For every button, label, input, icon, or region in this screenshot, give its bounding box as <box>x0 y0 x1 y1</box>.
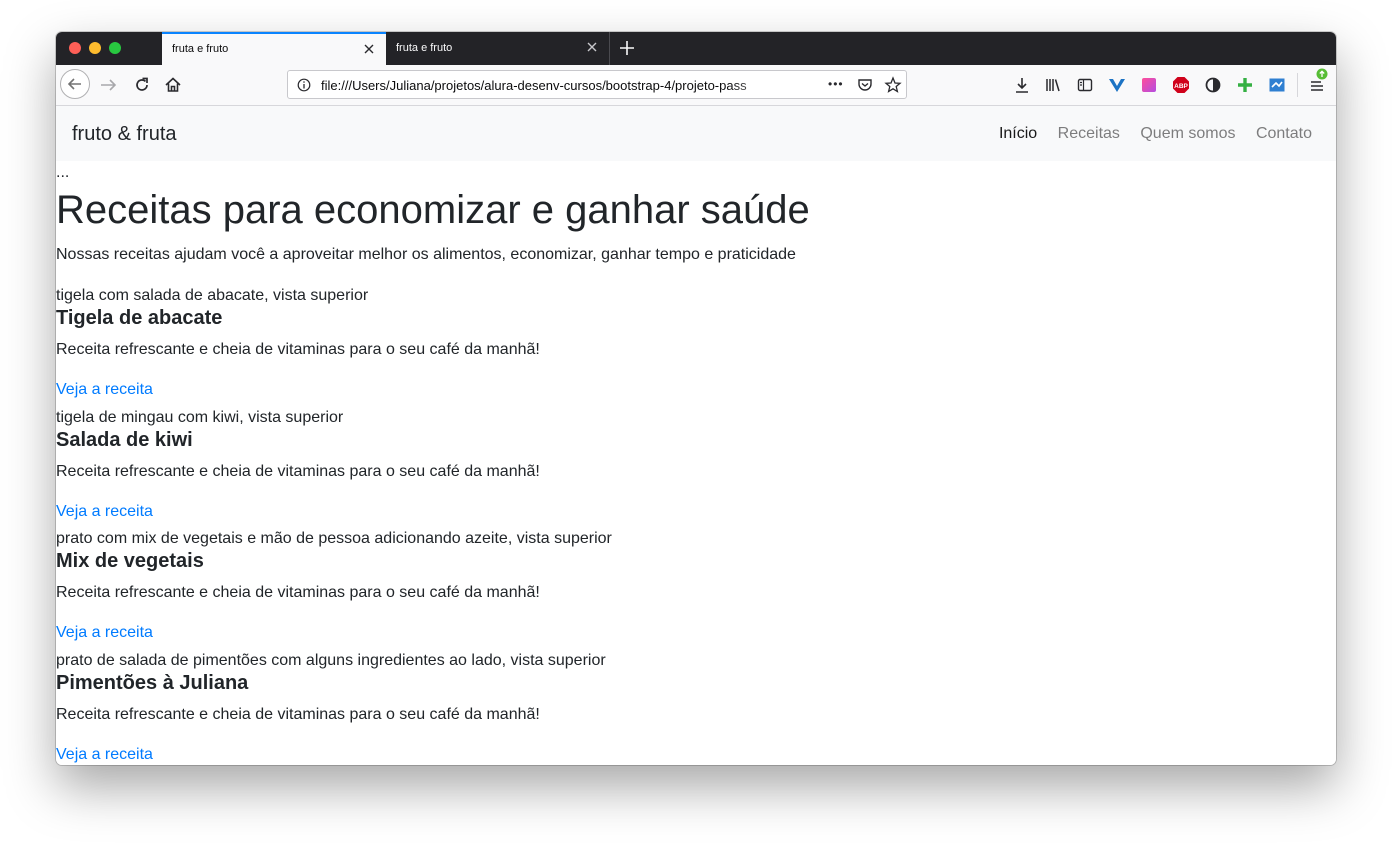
color-picker-extension-icon[interactable] <box>1140 76 1158 94</box>
recipe-link[interactable]: Veja a receita <box>56 381 153 399</box>
screenshot-extension-icon[interactable] <box>1268 76 1286 94</box>
page-actions-icon[interactable]: ••• <box>828 77 844 91</box>
close-tab-icon[interactable] <box>585 40 599 54</box>
site-nav-links: Início Receitas Quem somos Contato <box>983 125 1312 143</box>
close-tab-icon[interactable] <box>362 42 376 56</box>
url-fade <box>728 72 798 97</box>
page-lead: Nossas receitas ajudam você a aproveitar… <box>56 246 796 263</box>
nav-link-contato[interactable]: Contato <box>1256 125 1312 142</box>
tab-active[interactable]: fruta e fruto <box>162 32 386 65</box>
nav-link-receitas[interactable]: Receitas <box>1058 125 1120 142</box>
recipe-title: Mix de vegetais <box>56 550 204 572</box>
recipe-description: Receita refrescante e cheia de vitaminas… <box>56 463 540 480</box>
site-navbar: fruto & fruta Início Receitas Quem somos… <box>56 106 1336 161</box>
recipe-image-alt: prato com mix de vegetais e mão de pesso… <box>56 530 612 547</box>
page-title: Receitas para economizar e ganhar saúde <box>56 188 810 232</box>
site-brand[interactable]: fruto & fruta <box>72 123 177 146</box>
recipe-image-alt: tigela com salada de abacate, vista supe… <box>56 287 369 304</box>
adblock-plus-icon[interactable]: ABP <box>1172 76 1190 94</box>
info-icon[interactable] <box>297 78 311 92</box>
back-button[interactable] <box>60 69 90 99</box>
home-icon[interactable] <box>163 75 183 95</box>
bookmark-star-icon[interactable] <box>884 76 902 94</box>
nav-link-inicio[interactable]: Início <box>999 125 1037 142</box>
recipe-image-alt: tigela de mingau com kiwi, vista superio… <box>56 409 344 426</box>
back-arrow-icon <box>67 78 81 90</box>
recipe-link[interactable]: Veja a receita <box>56 624 153 642</box>
nav-link-quem-somos[interactable]: Quem somos <box>1140 125 1235 142</box>
url-bar[interactable]: file:///Users/Juliana/projetos/alura-des… <box>287 70 907 99</box>
close-window-button[interactable] <box>69 42 81 54</box>
nav-toolbar: file:///Users/Juliana/projetos/alura-des… <box>56 65 1336 106</box>
plus-extension-icon[interactable] <box>1236 76 1254 94</box>
vuejs-devtools-icon[interactable] <box>1108 76 1126 94</box>
browser-window: fruta e fruto fruta e fruto file:///User… <box>56 32 1336 765</box>
recipe-link[interactable]: Veja a receita <box>56 746 153 764</box>
minimize-window-button[interactable] <box>89 42 101 54</box>
recipe-title: Tigela de abacate <box>56 307 223 329</box>
recipe-title: Salada de kiwi <box>56 429 193 451</box>
toolbar-divider <box>1297 73 1298 97</box>
recipe-link[interactable]: Veja a receita <box>56 503 153 521</box>
new-tab-icon[interactable] <box>618 39 636 57</box>
reload-icon[interactable] <box>132 75 152 95</box>
recipe-description: Receita refrescante e cheia de vitaminas… <box>56 341 540 358</box>
sidebar-icon[interactable] <box>1076 76 1094 94</box>
update-available-icon[interactable] <box>1316 68 1328 80</box>
tab-title: fruta e fruto <box>396 42 453 54</box>
page-content: fruto & fruta Início Receitas Quem somos… <box>56 106 1336 765</box>
svg-text:ABP: ABP <box>1174 83 1188 90</box>
recipe-description: Receita refrescante e cheia de vitaminas… <box>56 584 540 601</box>
forward-arrow-icon[interactable] <box>98 75 120 95</box>
library-icon[interactable] <box>1044 76 1062 94</box>
pocket-icon[interactable] <box>857 77 873 93</box>
tab-inactive[interactable]: fruta e fruto <box>386 32 610 65</box>
url-text[interactable]: file:///Users/Juliana/projetos/alura-des… <box>321 78 791 93</box>
recipe-image-alt: prato de salada de pimentões com alguns … <box>56 652 606 669</box>
broken-image-alt: ... <box>56 164 70 181</box>
download-icon[interactable] <box>1013 76 1031 94</box>
tab-title: fruta e fruto <box>172 43 229 55</box>
zoom-window-button[interactable] <box>109 42 121 54</box>
recipe-description: Receita refrescante e cheia de vitaminas… <box>56 706 540 723</box>
recipe-title: Pimentões à Juliana <box>56 672 249 694</box>
tab-bar: fruta e fruto fruta e fruto <box>56 32 1336 65</box>
circle-extension-icon[interactable] <box>1204 76 1222 94</box>
